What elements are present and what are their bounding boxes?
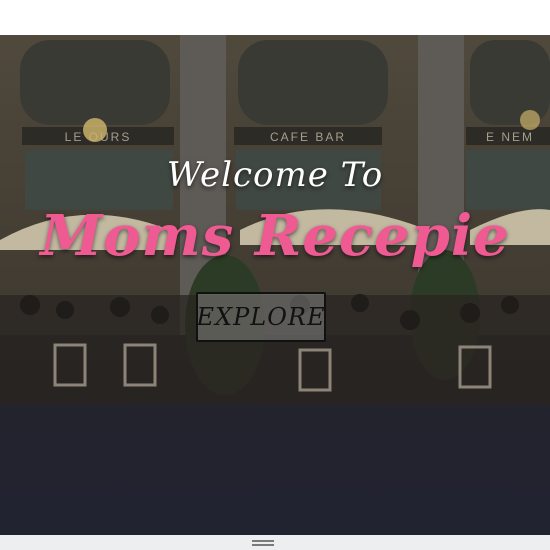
cafe-background-image: LE OURS CAFE BAR E NEM <box>0 35 550 535</box>
hero-banner: LE OURS CAFE BAR E NEM Welcome To Moms R… <box>0 35 550 535</box>
explore-button[interactable]: EXPLORE <box>196 292 326 342</box>
top-bar <box>0 0 550 35</box>
bottom-bar <box>0 535 550 550</box>
brand-title: Moms Recepie <box>40 203 510 269</box>
sign-cafe-bar: CAFE BAR <box>270 130 346 144</box>
sign-nemours: E NEM <box>486 130 534 144</box>
welcome-heading: Welcome To <box>166 155 384 195</box>
drag-handle-icon[interactable] <box>252 540 274 546</box>
